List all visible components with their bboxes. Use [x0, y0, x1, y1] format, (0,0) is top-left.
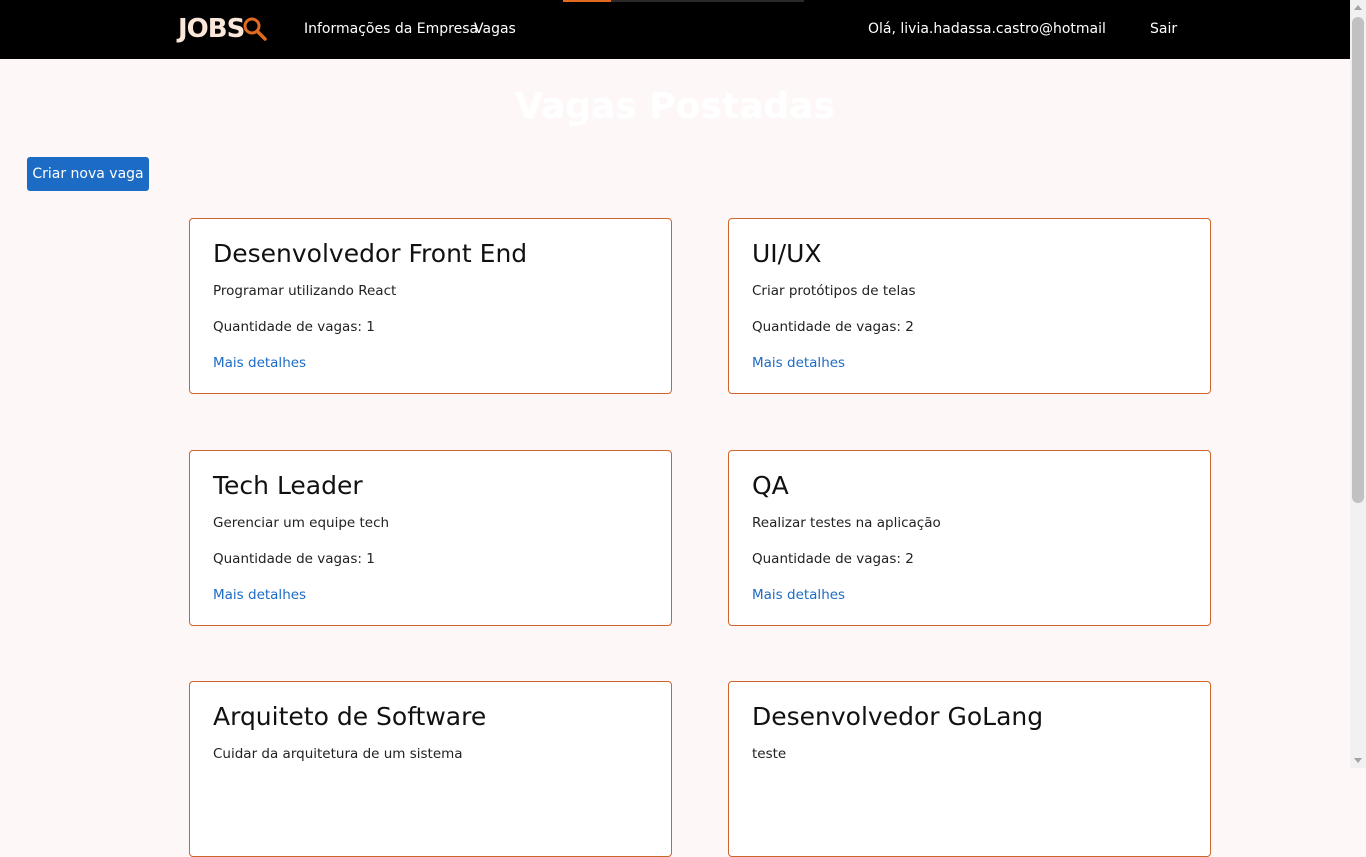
job-details-link[interactable]: Mais detalhes — [213, 587, 306, 603]
create-job-button[interactable]: Criar nova vaga — [27, 157, 149, 191]
job-description: Cuidar da arquitetura de um sistema — [213, 746, 463, 762]
vertical-scrollbar[interactable] — [1350, 0, 1366, 768]
job-description: Programar utilizando React — [213, 283, 397, 299]
logout-link[interactable]: Sair — [1150, 21, 1177, 37]
job-title: QA — [752, 471, 789, 500]
job-details-link[interactable]: Mais detalhes — [213, 355, 306, 371]
job-title: Desenvolvedor Front End — [213, 239, 528, 268]
logo-text: JOBS — [178, 14, 245, 44]
job-title: Desenvolvedor GoLang — [752, 702, 1044, 731]
job-details-link[interactable]: Mais detalhes — [752, 587, 845, 603]
job-card: Tech Leader Gerenciar um equipe tech Qua… — [189, 450, 672, 626]
user-greeting: Olá, livia.hadassa.castro@hotmail — [868, 21, 1106, 37]
scrollbar-thumb[interactable] — [1352, 17, 1364, 503]
nav-link-jobs[interactable]: Vagas — [474, 21, 516, 37]
top-navbar: JOBS Informações da Empresa Vagas Olá, l… — [0, 0, 1350, 59]
job-description: Gerenciar um equipe tech — [213, 515, 390, 531]
job-title: Tech Leader — [213, 471, 363, 500]
job-title: UI/UX — [752, 239, 822, 268]
job-details-link[interactable]: Mais detalhes — [752, 355, 845, 371]
job-card: Desenvolvedor Front End Programar utiliz… — [189, 218, 672, 394]
page-load-progress — [563, 0, 804, 2]
scroll-up-icon[interactable] — [1354, 5, 1362, 10]
job-title: Arquiteto de Software — [213, 702, 487, 731]
job-card: Desenvolvedor GoLang teste — [728, 681, 1211, 857]
jobs-logo[interactable]: JOBS — [178, 12, 268, 46]
job-card: QA Realizar testes na aplicação Quantida… — [728, 450, 1211, 626]
job-card: UI/UX Criar protótipos de telas Quantida… — [728, 218, 1211, 394]
page-title: Vagas Postadas — [515, 86, 835, 127]
scroll-down-icon[interactable] — [1354, 758, 1362, 763]
job-card: Arquiteto de Software Cuidar da arquitet… — [189, 681, 672, 857]
job-quantity: Quantidade de vagas: 2 — [752, 551, 914, 567]
job-description: Criar protótipos de telas — [752, 283, 916, 299]
job-quantity: Quantidade de vagas: 1 — [213, 319, 375, 335]
job-description: teste — [752, 746, 787, 762]
nav-link-company-info[interactable]: Informações da Empresa — [304, 21, 478, 37]
magnifier-icon — [243, 17, 268, 41]
job-description: Realizar testes na aplicação — [752, 515, 941, 531]
job-quantity: Quantidade de vagas: 2 — [752, 319, 914, 335]
job-quantity: Quantidade de vagas: 1 — [213, 551, 375, 567]
